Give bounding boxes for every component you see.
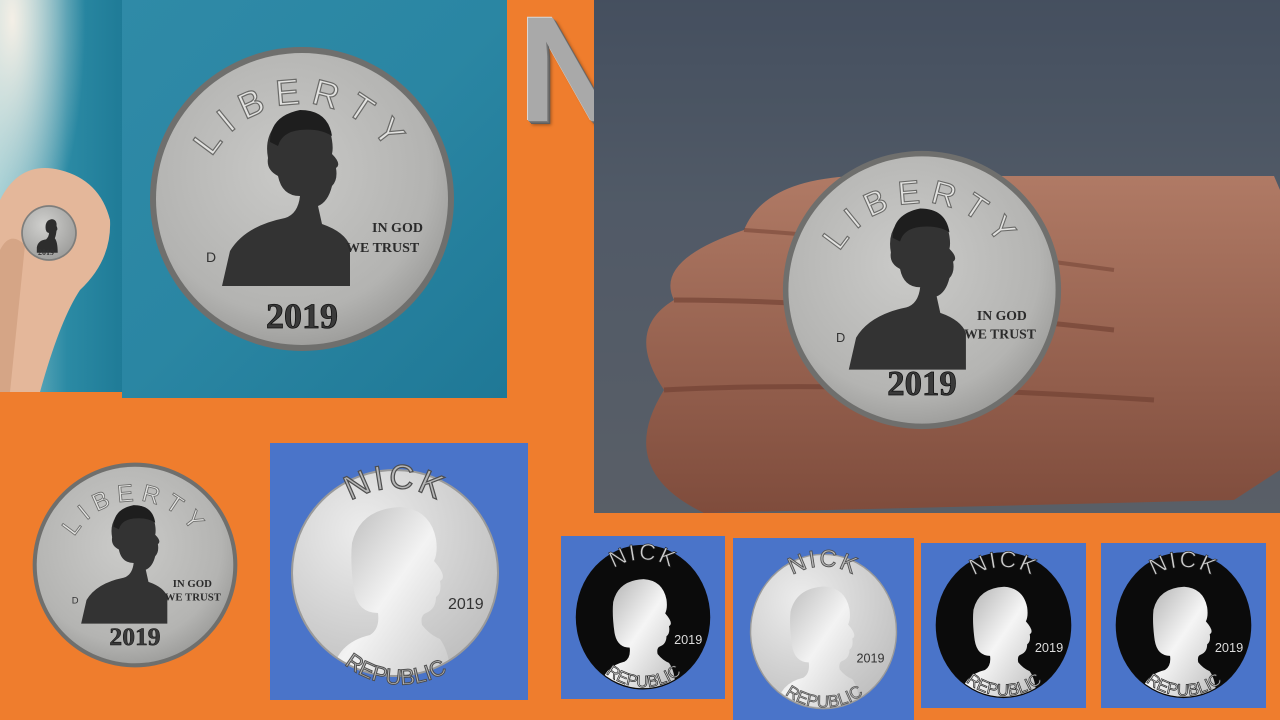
nick-coin-silver-large: NICK REPUBLIC 2019: [291, 457, 499, 690]
hand-photo-art: [0, 0, 122, 392]
year-text-b1: 2019: [674, 633, 702, 647]
liberty-coin-small: LIBERTY IN GOD WE TRUST D 2019: [32, 462, 238, 668]
year-a: 2019: [266, 296, 338, 336]
nick-coin-black-3: NICK REPUBLIC 2019: [1115, 545, 1252, 700]
motto-line2-b: WE TRUST: [964, 326, 1036, 341]
mint-mark-c: D: [72, 594, 79, 605]
liberty-coin-large-art: LIBERTY IN GOD WE TRUST D 2019: [150, 47, 454, 351]
year-text-s: 2019: [856, 651, 884, 665]
motto-line1-c: IN GOD: [173, 578, 212, 590]
mint-mark-b: D: [836, 330, 845, 345]
tiny-coin: 2019: [20, 204, 78, 262]
design-tile-silver-small: NICK REPUBLIC 2019: [733, 538, 914, 720]
design-tile-black-1: NICK REPUBLIC 2019: [561, 536, 725, 699]
design-tile-large: NICK REPUBLIC 2019: [270, 443, 528, 700]
year-text-large: 2019: [448, 596, 484, 613]
liberty-coin-large: LIBERTY IN GOD WE TRUST D 2019: [150, 46, 454, 352]
liberty-coin-small-art: LIBERTY IN GOD WE TRUST D 2019: [32, 462, 238, 668]
mint-mark-a: D: [206, 249, 216, 265]
nick-coin-black-2: NICK REPUBLIC 2019: [935, 545, 1072, 700]
year-text-b3: 2019: [1215, 640, 1243, 655]
motto-line2-a: WE TRUST: [346, 241, 420, 256]
motto-line1-b: IN GOD: [977, 308, 1027, 323]
hand-photo-small: [0, 0, 122, 392]
nick-coin-silver-small: NICK REPUBLIC 2019: [749, 544, 898, 712]
design-tile-black-2: NICK REPUBLIC 2019: [921, 543, 1086, 708]
year-b: 2019: [887, 364, 957, 403]
tiny-coin-year: 2019: [38, 248, 54, 257]
nick-coin-black-1: NICK REPUBLIC 2019: [575, 538, 711, 692]
motto-line2-c: WE TRUST: [165, 592, 222, 604]
liberty-coin-in-hand: LIBERTY IN GOD WE TRUST D 2019: [782, 150, 1062, 430]
liberty-coin-in-hand-art: LIBERTY IN GOD WE TRUST D 2019: [782, 150, 1062, 430]
motto-line1-a: IN GOD: [372, 221, 423, 236]
year-c: 2019: [109, 622, 160, 651]
design-tile-black-3: NICK REPUBLIC 2019: [1101, 543, 1266, 708]
year-text-b2: 2019: [1035, 640, 1063, 655]
